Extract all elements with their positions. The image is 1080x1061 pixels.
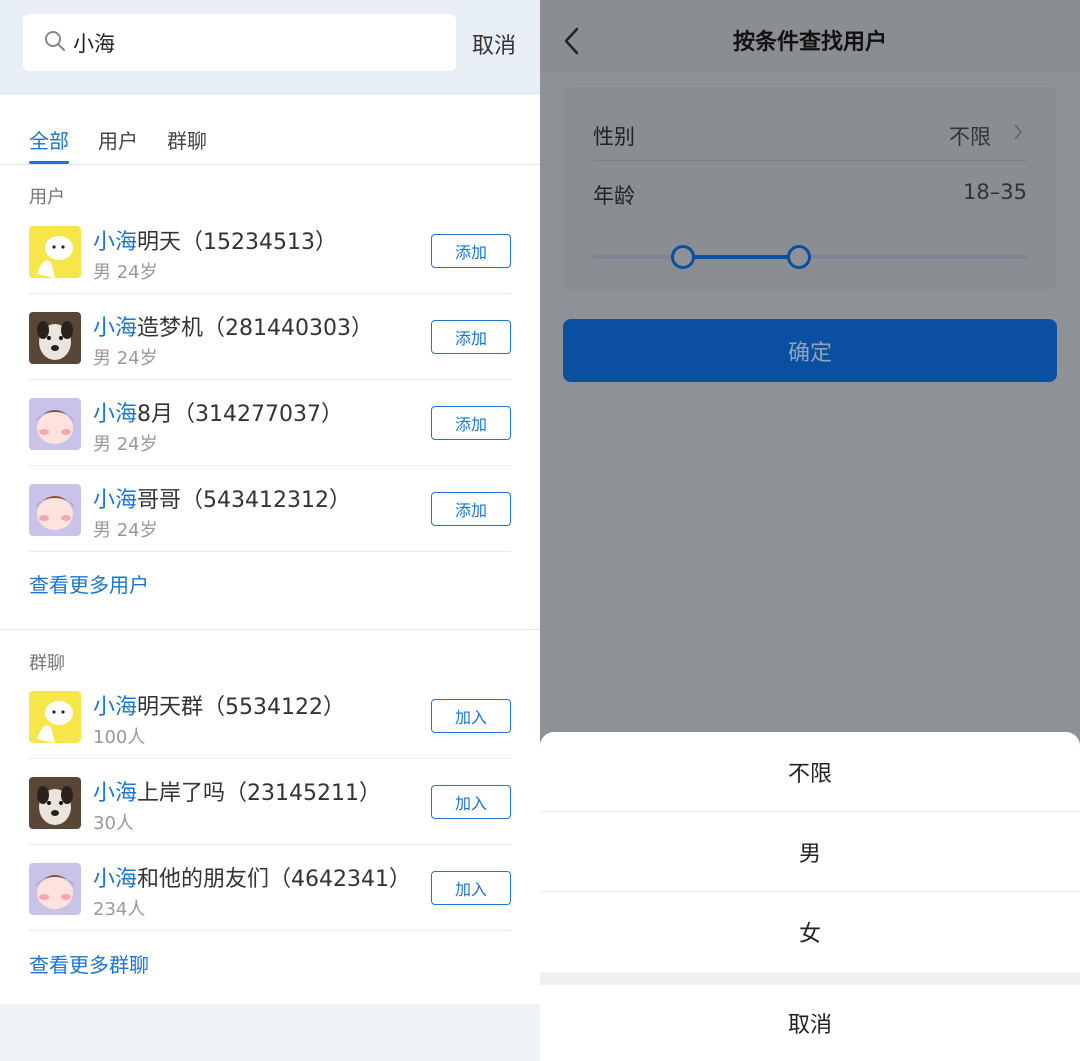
page-title: 按条件查找用户 bbox=[732, 30, 887, 55]
user-meta: 男 24岁 bbox=[93, 434, 158, 455]
user-name: 小海明天（15234513） bbox=[93, 230, 337, 255]
tab-groups[interactable]: 群聊 bbox=[167, 125, 207, 154]
active-tab-indicator bbox=[29, 161, 69, 164]
group-name: 小海明天群（5534122） bbox=[93, 695, 345, 720]
user-row[interactable]: 小海明天（15234513） 男 24岁 添加 bbox=[29, 208, 511, 294]
section-divider bbox=[0, 629, 540, 630]
dog-photo-avatar bbox=[29, 777, 81, 829]
user-meta: 男 24岁 bbox=[93, 348, 158, 369]
confirm-button[interactable]: 确定 bbox=[563, 319, 1057, 382]
join-group-button[interactable]: 加入 bbox=[431, 871, 511, 905]
user-meta: 男 24岁 bbox=[93, 520, 158, 541]
gender-action-sheet: 不限 男 女 取消 bbox=[540, 732, 1080, 1061]
user-name: 小海哥哥（543412312） bbox=[93, 488, 351, 513]
tab-users[interactable]: 用户 bbox=[98, 125, 138, 154]
sheet-separator bbox=[540, 972, 1080, 985]
nav-bar: 按条件查找用户 bbox=[540, 0, 1080, 72]
add-user-button[interactable]: 添加 bbox=[431, 406, 511, 440]
cartoon-girl-avatar bbox=[29, 484, 81, 536]
add-user-button[interactable]: 添加 bbox=[431, 234, 511, 268]
search-query-text[interactable]: 小海 bbox=[73, 28, 115, 58]
user-row[interactable]: 小海造梦机（281440303） 男 24岁 添加 bbox=[29, 294, 511, 380]
cartoon-yellow-avatar bbox=[29, 691, 81, 743]
divider bbox=[593, 160, 1027, 161]
users-section-label: 用户 bbox=[29, 187, 65, 208]
chevron-right-icon[interactable] bbox=[1013, 123, 1023, 145]
user-name: 小海8月（314277037） bbox=[93, 402, 343, 427]
add-user-button[interactable]: 添加 bbox=[431, 492, 511, 526]
sheet-cancel-button[interactable]: 取消 bbox=[540, 985, 1080, 1061]
group-row[interactable]: 小海明天群（5534122） 100人 加入 bbox=[29, 673, 511, 759]
join-group-button[interactable]: 加入 bbox=[431, 785, 511, 819]
search-results-panel: 小海 取消 全部 用户 群聊 用户 小海明天（15234513） 男 24岁 添… bbox=[0, 0, 540, 1061]
cartoon-girl-avatar bbox=[29, 398, 81, 450]
group-name: 小海上岸了吗（23145211） bbox=[93, 781, 381, 806]
gender-value[interactable]: 不限 bbox=[949, 121, 991, 151]
cartoon-yellow-avatar bbox=[29, 226, 81, 278]
search-input[interactable]: 小海 bbox=[23, 14, 456, 71]
user-row[interactable]: 小海哥哥（543412312） 男 24岁 添加 bbox=[29, 466, 511, 552]
age-slider-range bbox=[683, 255, 799, 259]
group-row[interactable]: 小海上岸了吗（23145211） 30人 加入 bbox=[29, 759, 511, 845]
more-groups-link[interactable]: 查看更多群聊 bbox=[29, 949, 149, 978]
group-member-count: 234人 bbox=[93, 899, 146, 920]
join-group-button[interactable]: 加入 bbox=[431, 699, 511, 733]
sheet-option-any[interactable]: 不限 bbox=[540, 732, 1080, 812]
search-bar: 小海 取消 bbox=[0, 0, 540, 95]
gender-label: 性别 bbox=[593, 125, 635, 149]
cartoon-girl-avatar bbox=[29, 863, 81, 915]
age-value: 18–35 bbox=[963, 180, 1027, 204]
group-row[interactable]: 小海和他的朋友们（4642341） 234人 加入 bbox=[29, 845, 511, 931]
results-content: 全部 用户 群聊 用户 小海明天（15234513） 男 24岁 添加 小海造梦… bbox=[0, 95, 540, 1004]
age-label: 年龄 bbox=[593, 184, 635, 208]
group-member-count: 100人 bbox=[93, 727, 146, 748]
tab-all[interactable]: 全部 bbox=[29, 125, 69, 154]
filter-card: 性别 不限 年龄 18–35 bbox=[563, 87, 1057, 290]
groups-section-label: 群聊 bbox=[29, 653, 65, 674]
search-cancel-button[interactable]: 取消 bbox=[472, 28, 516, 60]
dog-photo-avatar bbox=[29, 312, 81, 364]
age-slider-min-handle[interactable] bbox=[671, 245, 695, 269]
group-name: 小海和他的朋友们（4642341） bbox=[93, 867, 411, 892]
search-icon bbox=[43, 29, 67, 57]
user-name: 小海造梦机（281440303） bbox=[93, 316, 373, 341]
filter-panel: 按条件查找用户 性别 不限 年龄 18–35 确定 不限 男 女 取消 bbox=[540, 0, 1080, 1061]
group-member-count: 30人 bbox=[93, 813, 134, 834]
more-users-link[interactable]: 查看更多用户 bbox=[29, 569, 149, 598]
result-tabs: 全部 用户 群聊 bbox=[0, 95, 540, 165]
user-row[interactable]: 小海8月（314277037） 男 24岁 添加 bbox=[29, 380, 511, 466]
user-meta: 男 24岁 bbox=[93, 262, 158, 283]
add-user-button[interactable]: 添加 bbox=[431, 320, 511, 354]
sheet-option-male[interactable]: 男 bbox=[540, 812, 1080, 892]
age-slider-max-handle[interactable] bbox=[787, 245, 811, 269]
sheet-option-female[interactable]: 女 bbox=[540, 892, 1080, 972]
